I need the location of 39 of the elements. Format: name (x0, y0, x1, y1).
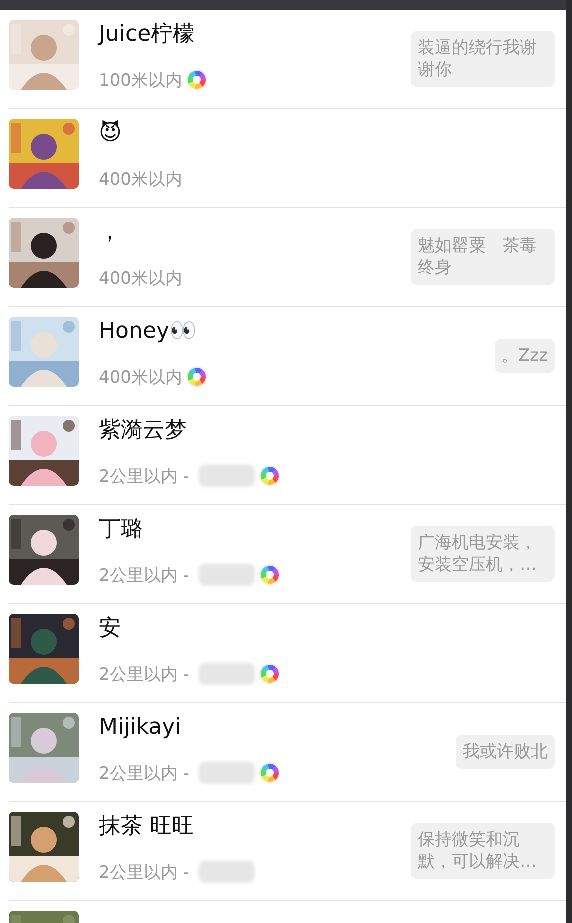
person-row[interactable]: 安 2公里以内 - (9, 604, 566, 703)
person-name: ， (99, 219, 122, 247)
distance-text: 2公里以内 - (99, 762, 190, 784)
distance-text: 2公里以内 - (99, 466, 190, 488)
aperture-icon (259, 564, 282, 586)
distance-text: 400米以内 (99, 168, 182, 190)
person-name: 紫漪云梦 (99, 417, 188, 445)
person-name: 抹茶 旺旺 (99, 813, 195, 841)
person-row[interactable]: 抹茶 旺旺 2公里以内 - 保持微笑和沉默，可以解决… (9, 802, 566, 901)
signature-bubble: 。Zzz (494, 339, 555, 373)
aperture-icon (186, 69, 208, 91)
aperture-icon (259, 465, 282, 487)
aperture-icon (259, 663, 282, 685)
signature-bubble: 魅如罂粟 茶毒终身 (411, 229, 555, 285)
person-row[interactable]: Juice柠檬 100米以内 装逼的绕行我谢谢你 (9, 10, 566, 109)
person-row[interactable]: Mijikayi 2公里以内 - 我或许败北 (9, 703, 566, 802)
signature-bubble: 广海机电安装，安装空压机，… (411, 526, 555, 582)
distance-text: 2公里以内 - (99, 664, 190, 686)
person-name: 安 (99, 615, 122, 643)
distance-text: 400米以内 (99, 268, 182, 290)
signature-bubble: 我或许败北 (456, 735, 555, 769)
person-row[interactable]: 紫漪云梦 2公里以内 - (9, 406, 566, 505)
signature-bubble: 装逼的绕行我谢谢你 (411, 31, 555, 87)
person-name: 😈 (99, 119, 123, 148)
person-row[interactable]: 丁璐 2公里以内 - 广海机电安装，安装空压机，… (9, 505, 566, 604)
person-name: Honey👀 (99, 318, 198, 346)
person-name: Mijikayi (99, 714, 182, 742)
person-name: 丁璐 (99, 516, 144, 544)
person-row[interactable]: ， 400米以内 魅如罂粟 茶毒终身 (9, 208, 566, 307)
distance-text: 400米以内 (99, 366, 182, 388)
aperture-icon (186, 366, 208, 388)
distance-text: 2公里以内 - (99, 564, 190, 586)
person-row[interactable]: Honey👀 400米以内 。Zzz (9, 307, 566, 406)
aperture-icon (259, 762, 282, 784)
person-name: Juice柠檬 (99, 21, 196, 49)
signature-bubble: 保持微笑和沉默，可以解决… (411, 823, 555, 879)
distance-text: 100米以内 (99, 70, 182, 92)
person-row[interactable]: 😈 400米以内 (9, 109, 566, 208)
distance-text: 2公里以内 - (99, 862, 190, 884)
